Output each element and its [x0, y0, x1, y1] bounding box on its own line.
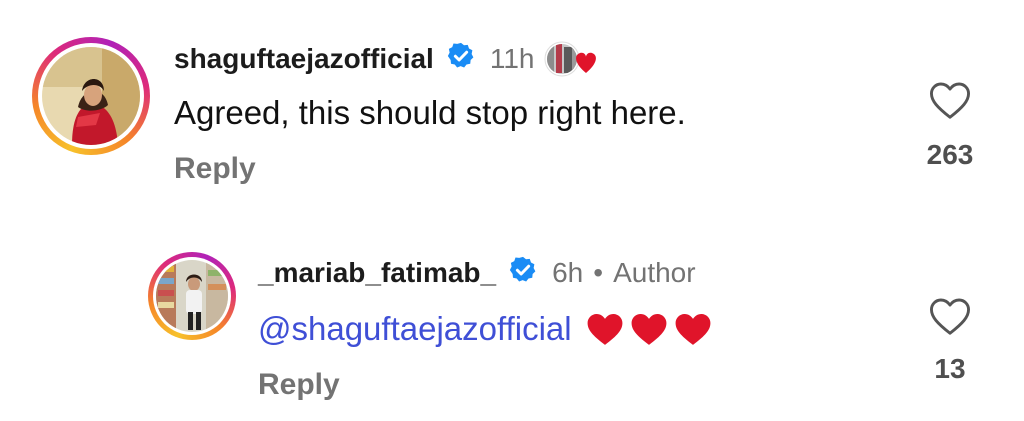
reply-username[interactable]: _mariab_fatimab_	[258, 257, 496, 289]
red-heart-icon	[631, 313, 667, 345]
red-heart-icon	[675, 313, 711, 345]
comment-item: shaguftaejazofficial 11h Agreed, this sh…	[0, 0, 1024, 210]
avatar[interactable]	[148, 252, 236, 340]
like-count: 263	[926, 139, 974, 170]
mention-link[interactable]: @shaguftaejazofficial	[258, 310, 572, 348]
comment-text: Agreed, this should stop right here.	[174, 94, 686, 131]
comment-timestamp: 11h	[489, 43, 535, 74]
reply-button[interactable]: Reply	[258, 368, 340, 402]
profile-photo-icon	[42, 47, 140, 145]
profile-photo-icon	[156, 260, 228, 332]
like-count: 13	[934, 353, 966, 384]
reply-text: @shaguftaejazofficial	[258, 310, 712, 348]
author-badge: Author	[613, 257, 696, 288]
heart-emojis	[586, 311, 712, 347]
verified-badge-icon	[508, 255, 538, 292]
verified-badge-icon	[446, 41, 476, 78]
author-liked-indicator	[544, 39, 604, 79]
red-heart-icon	[587, 313, 623, 345]
like-heart-icon[interactable]	[928, 296, 972, 341]
like-heart-icon[interactable]	[928, 80, 972, 125]
separator-dot: •	[593, 257, 604, 288]
reply-timestamp: 6h	[552, 257, 584, 288]
comment-username[interactable]: shaguftaejazofficial	[174, 43, 434, 75]
reply-button[interactable]: Reply	[174, 152, 256, 186]
reply-item: _mariab_fatimab_ 6h • Author @shaguftaej…	[0, 210, 1024, 421]
avatar[interactable]	[32, 37, 150, 155]
